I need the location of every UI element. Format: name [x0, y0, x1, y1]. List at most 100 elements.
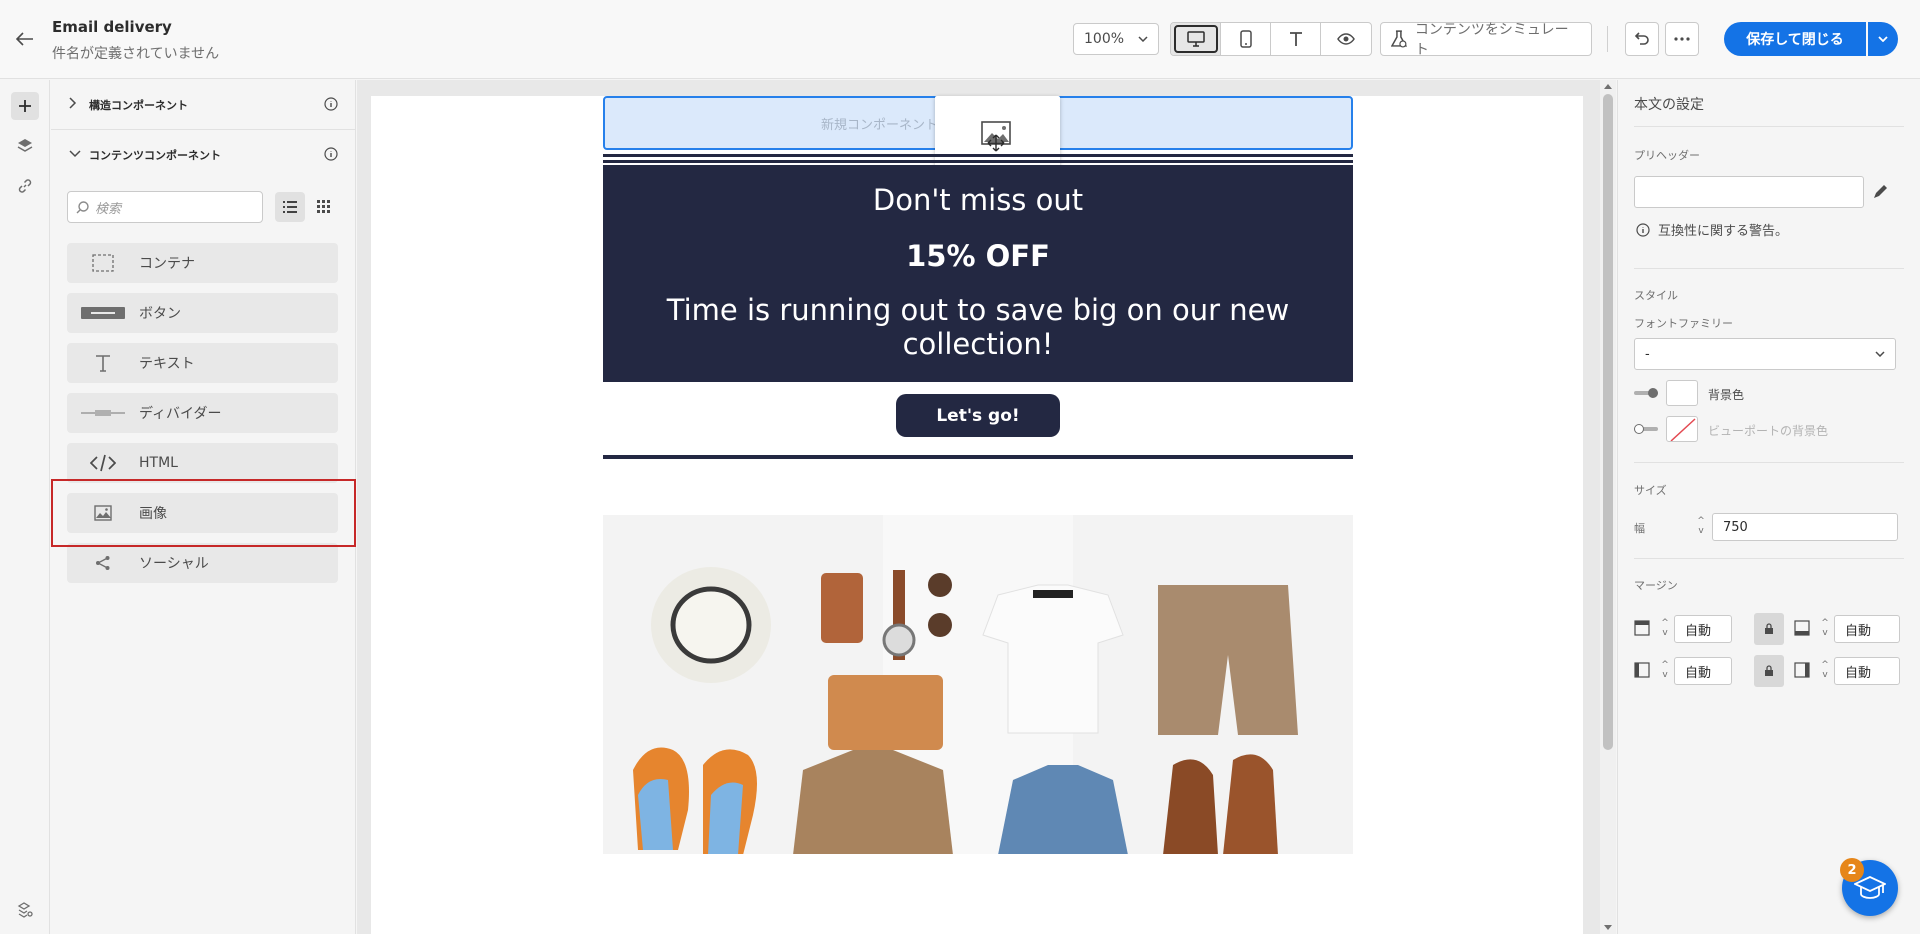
- margin-top-icon: [1634, 620, 1650, 636]
- share-icon: [67, 555, 139, 571]
- desktop-icon: [1186, 31, 1205, 47]
- component-image[interactable]: 画像: [67, 493, 338, 533]
- margin-top-stepper[interactable]: ^ v: [1656, 615, 1674, 641]
- text-view-button[interactable]: [1271, 23, 1321, 55]
- component-button[interactable]: ボタン: [67, 293, 338, 333]
- chevron-right-icon: [69, 97, 89, 112]
- margin-bottom-stepper[interactable]: ^ v: [1816, 615, 1834, 641]
- save-options-button[interactable]: [1868, 22, 1898, 56]
- panel-divider: [1634, 268, 1904, 269]
- component-divider[interactable]: ディバイダー: [67, 393, 338, 433]
- margin-left-value: 自動: [1685, 665, 1712, 681]
- html-icon: [67, 454, 139, 472]
- lock-icon: [1765, 623, 1773, 634]
- component-search-input[interactable]: 検索: [67, 191, 263, 223]
- bottom-divider-line: [603, 455, 1353, 459]
- margin-left-input[interactable]: 自動: [1674, 657, 1732, 685]
- info-icon[interactable]: [324, 97, 338, 114]
- panel-divider: [1634, 462, 1904, 463]
- cta-button[interactable]: Let's go!: [896, 394, 1060, 437]
- preheader-label: プリヘッダー: [1634, 149, 1700, 162]
- more-button[interactable]: [1665, 22, 1699, 56]
- mobile-view-button[interactable]: [1221, 23, 1271, 55]
- simulate-content-button[interactable]: コンテンツをシミュレート: [1380, 22, 1592, 58]
- chevron-down-icon: [1875, 351, 1885, 357]
- text-icon: [67, 354, 139, 372]
- component-html[interactable]: HTML: [67, 443, 338, 483]
- divider-icon: [67, 408, 139, 418]
- margin-bottom-input[interactable]: 自動: [1834, 615, 1900, 643]
- style-label: スタイル: [1634, 289, 1678, 302]
- arrow-left-icon: [16, 32, 33, 46]
- components-panel: 構造コンポーネント コンテンツコンポーネント 検索 コンテナ ボタン テキスト …: [51, 80, 356, 934]
- body-settings-panel: 本文の設定 プリヘッダー 互換性に関する警告。 スタイル フォントファミリー -…: [1617, 80, 1920, 934]
- scroll-up-arrow[interactable]: [1604, 84, 1612, 89]
- compat-warning[interactable]: 互換性に関する警告。: [1636, 220, 1788, 239]
- header-divider: [1607, 26, 1608, 52]
- settings-title: 本文の設定: [1634, 97, 1704, 113]
- content-components-header[interactable]: コンテンツコンポーネント: [51, 130, 356, 179]
- zoom-select[interactable]: 100%: [1073, 23, 1159, 55]
- margin-top-input[interactable]: 自動: [1674, 615, 1732, 643]
- info-icon[interactable]: [324, 147, 338, 164]
- viewport-bg-toggle[interactable]: [1634, 424, 1658, 434]
- margin-lock-button[interactable]: [1754, 655, 1784, 687]
- margin-left-stepper[interactable]: ^ v: [1656, 657, 1674, 683]
- more-icon: [1674, 37, 1690, 41]
- desktop-view-button[interactable]: [1171, 23, 1221, 55]
- font-family-select[interactable]: -: [1634, 338, 1896, 370]
- component-text[interactable]: テキスト: [67, 343, 338, 383]
- structure-section-title: 構造コンポーネント: [89, 98, 188, 112]
- preheader-input[interactable]: [1634, 176, 1864, 208]
- pencil-icon[interactable]: [1872, 184, 1888, 200]
- page-subtitle: 件名が定義されていません: [52, 46, 220, 62]
- zoom-value: 100%: [1084, 31, 1125, 47]
- layers-button[interactable]: [11, 132, 39, 160]
- app-header: Email delivery 件名が定義されていません 100% コンテンツをシ…: [0, 0, 1920, 79]
- simulate-label: コンテンツをシミュレート: [1414, 22, 1569, 58]
- no-color-icon: [1670, 418, 1696, 441]
- viewport-bg-swatch[interactable]: [1666, 416, 1698, 442]
- links-button[interactable]: [11, 172, 39, 200]
- grid-view-toggle[interactable]: [309, 192, 339, 222]
- hero-message: Time is running out to save big on our n…: [666, 293, 1290, 361]
- product-photo[interactable]: [603, 515, 1353, 854]
- component-label: ソーシャル: [139, 556, 209, 572]
- hero-banner[interactable]: Don't miss out 15% OFF Time is running o…: [603, 165, 1353, 382]
- link-icon: [18, 179, 32, 193]
- margin-right-input[interactable]: 自動: [1834, 657, 1900, 685]
- scroll-down-arrow[interactable]: [1604, 925, 1612, 930]
- bg-color-toggle[interactable]: [1634, 388, 1658, 398]
- page-title: Email delivery: [52, 18, 172, 36]
- structure-components-header[interactable]: 構造コンポーネント: [51, 80, 356, 129]
- move-cursor-icon: [987, 134, 1005, 152]
- bg-color-label: 背景色: [1708, 388, 1745, 402]
- clothing-flatlay-image: [603, 515, 1353, 854]
- back-button[interactable]: [12, 26, 38, 52]
- margin-label: マージン: [1634, 579, 1678, 592]
- save-and-close-button[interactable]: 保存して閉じる: [1724, 22, 1866, 56]
- preview-button[interactable]: [1321, 23, 1371, 55]
- add-components-button[interactable]: [11, 92, 39, 120]
- content-section-title: コンテンツコンポーネント: [89, 148, 221, 162]
- component-container[interactable]: コンテナ: [67, 243, 338, 283]
- margin-right-icon: [1794, 662, 1810, 678]
- margin-right-stepper[interactable]: ^ v: [1816, 657, 1834, 683]
- width-input[interactable]: 750: [1712, 513, 1898, 541]
- chevron-down-icon: [69, 148, 89, 161]
- width-stepper[interactable]: ^ v: [1692, 513, 1710, 539]
- text-icon: [1289, 32, 1302, 46]
- component-label: コンテナ: [139, 256, 195, 272]
- component-label: 画像: [139, 506, 167, 522]
- margin-lock-button[interactable]: [1754, 613, 1784, 645]
- top-divider-line: [603, 154, 1353, 157]
- search-icon: [76, 200, 89, 213]
- size-label: サイズ: [1634, 484, 1667, 497]
- canvas-scrollbar[interactable]: [1600, 80, 1616, 934]
- component-social[interactable]: ソーシャル: [67, 543, 338, 583]
- settings-layers-button[interactable]: [11, 896, 39, 924]
- bg-color-swatch[interactable]: [1666, 380, 1698, 406]
- scrollbar-thumb[interactable]: [1603, 94, 1613, 750]
- undo-button[interactable]: [1625, 22, 1659, 56]
- list-view-toggle[interactable]: [275, 192, 305, 222]
